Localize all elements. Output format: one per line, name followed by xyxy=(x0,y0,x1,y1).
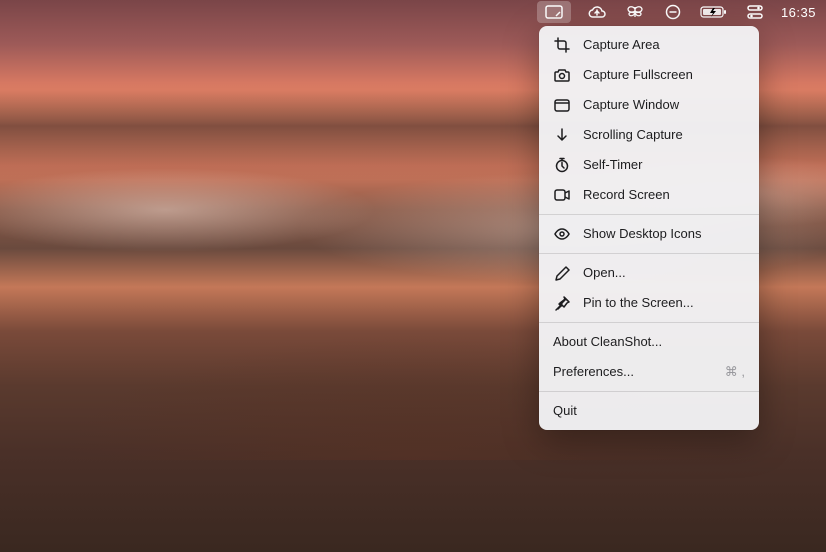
menu-item-scrolling-capture[interactable]: Scrolling Capture xyxy=(539,120,759,150)
menu-item-record-screen[interactable]: Record Screen xyxy=(539,180,759,210)
eye-icon xyxy=(553,225,571,243)
menu-label: Scrolling Capture xyxy=(583,125,745,145)
menubar-clock[interactable]: 16:35 xyxy=(781,5,816,20)
menu-label: Open... xyxy=(583,263,745,283)
menubar: 16:35 xyxy=(0,0,826,24)
menu-label: Record Screen xyxy=(583,185,745,205)
pencil-icon xyxy=(553,264,571,282)
timer-icon xyxy=(553,156,571,174)
menu-label: Capture Fullscreen xyxy=(583,65,745,85)
menu-item-self-timer[interactable]: Self-Timer xyxy=(539,150,759,180)
menu-item-open[interactable]: Open... xyxy=(539,258,759,288)
video-icon xyxy=(553,186,571,204)
menu-label: Self-Timer xyxy=(583,155,745,175)
cleanshot-menubar-icon[interactable] xyxy=(537,1,571,23)
menu-item-about[interactable]: About CleanShot... xyxy=(539,327,759,357)
menu-divider xyxy=(539,253,759,254)
menu-divider xyxy=(539,322,759,323)
menu-item-preferences[interactable]: Preferences... ⌘ , xyxy=(539,357,759,387)
butterfly-icon[interactable] xyxy=(623,2,647,22)
cloud-icon[interactable] xyxy=(585,2,609,22)
menu-item-capture-area[interactable]: Capture Area xyxy=(539,30,759,60)
menu-label: Capture Window xyxy=(583,95,745,115)
menu-item-pin-to-screen[interactable]: Pin to the Screen... xyxy=(539,288,759,318)
menu-item-show-desktop-icons[interactable]: Show Desktop Icons xyxy=(539,219,759,249)
do-not-disturb-icon[interactable] xyxy=(661,2,685,22)
pin-icon xyxy=(553,294,571,312)
battery-icon[interactable] xyxy=(699,2,729,22)
menu-label: Pin to the Screen... xyxy=(583,293,745,313)
menu-label: Show Desktop Icons xyxy=(583,224,745,244)
menu-item-capture-fullscreen[interactable]: Capture Fullscreen xyxy=(539,60,759,90)
menu-item-capture-window[interactable]: Capture Window xyxy=(539,90,759,120)
arrow-down-icon xyxy=(553,126,571,144)
menu-divider xyxy=(539,391,759,392)
crop-icon xyxy=(553,36,571,54)
menu-divider xyxy=(539,214,759,215)
menu-label: Quit xyxy=(553,401,745,421)
menu-shortcut: ⌘ , xyxy=(725,362,745,382)
camera-icon xyxy=(553,66,571,84)
menu-item-quit[interactable]: Quit xyxy=(539,396,759,426)
window-icon xyxy=(553,96,571,114)
menu-label: Preferences... xyxy=(553,362,713,382)
cleanshot-dropdown-menu: Capture Area Capture Fullscreen Capture … xyxy=(539,26,759,430)
menu-label: About CleanShot... xyxy=(553,332,745,352)
menu-label: Capture Area xyxy=(583,35,745,55)
control-center-icon[interactable] xyxy=(743,2,767,22)
